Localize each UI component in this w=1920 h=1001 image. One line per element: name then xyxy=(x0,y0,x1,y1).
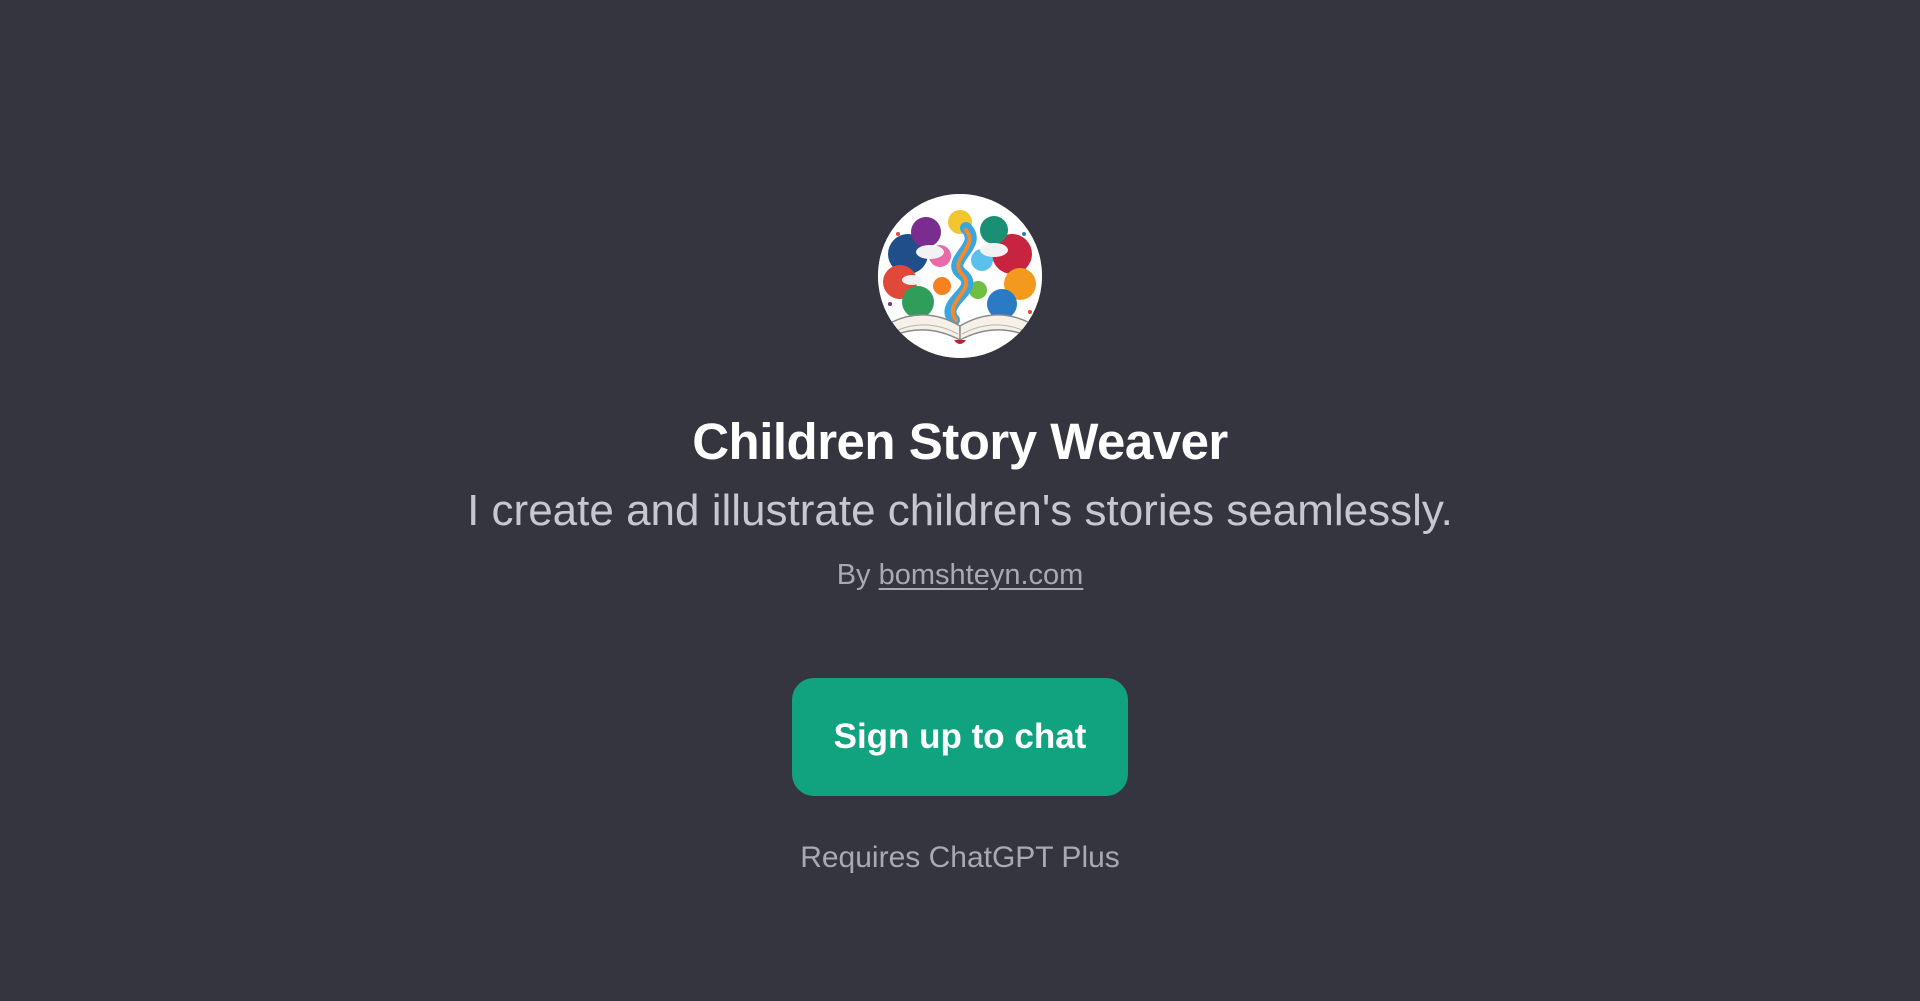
byline-prefix: By xyxy=(836,559,871,591)
gpt-landing-page: Children Story Weaver I create and illus… xyxy=(0,0,1920,1001)
gpt-avatar xyxy=(878,194,1042,358)
author-byline: By bomshteyn.com xyxy=(0,554,1920,596)
plan-requirement-note: Requires ChatGPT Plus xyxy=(800,841,1120,874)
sign-up-button[interactable]: Sign up to chat xyxy=(792,678,1128,796)
gpt-description: I create and illustrate children's stori… xyxy=(467,486,1453,535)
storybook-illustration-icon xyxy=(878,194,1042,358)
author-link[interactable]: bomshteyn.com xyxy=(879,559,1084,591)
gpt-title: Children Story Weaver xyxy=(692,413,1228,470)
